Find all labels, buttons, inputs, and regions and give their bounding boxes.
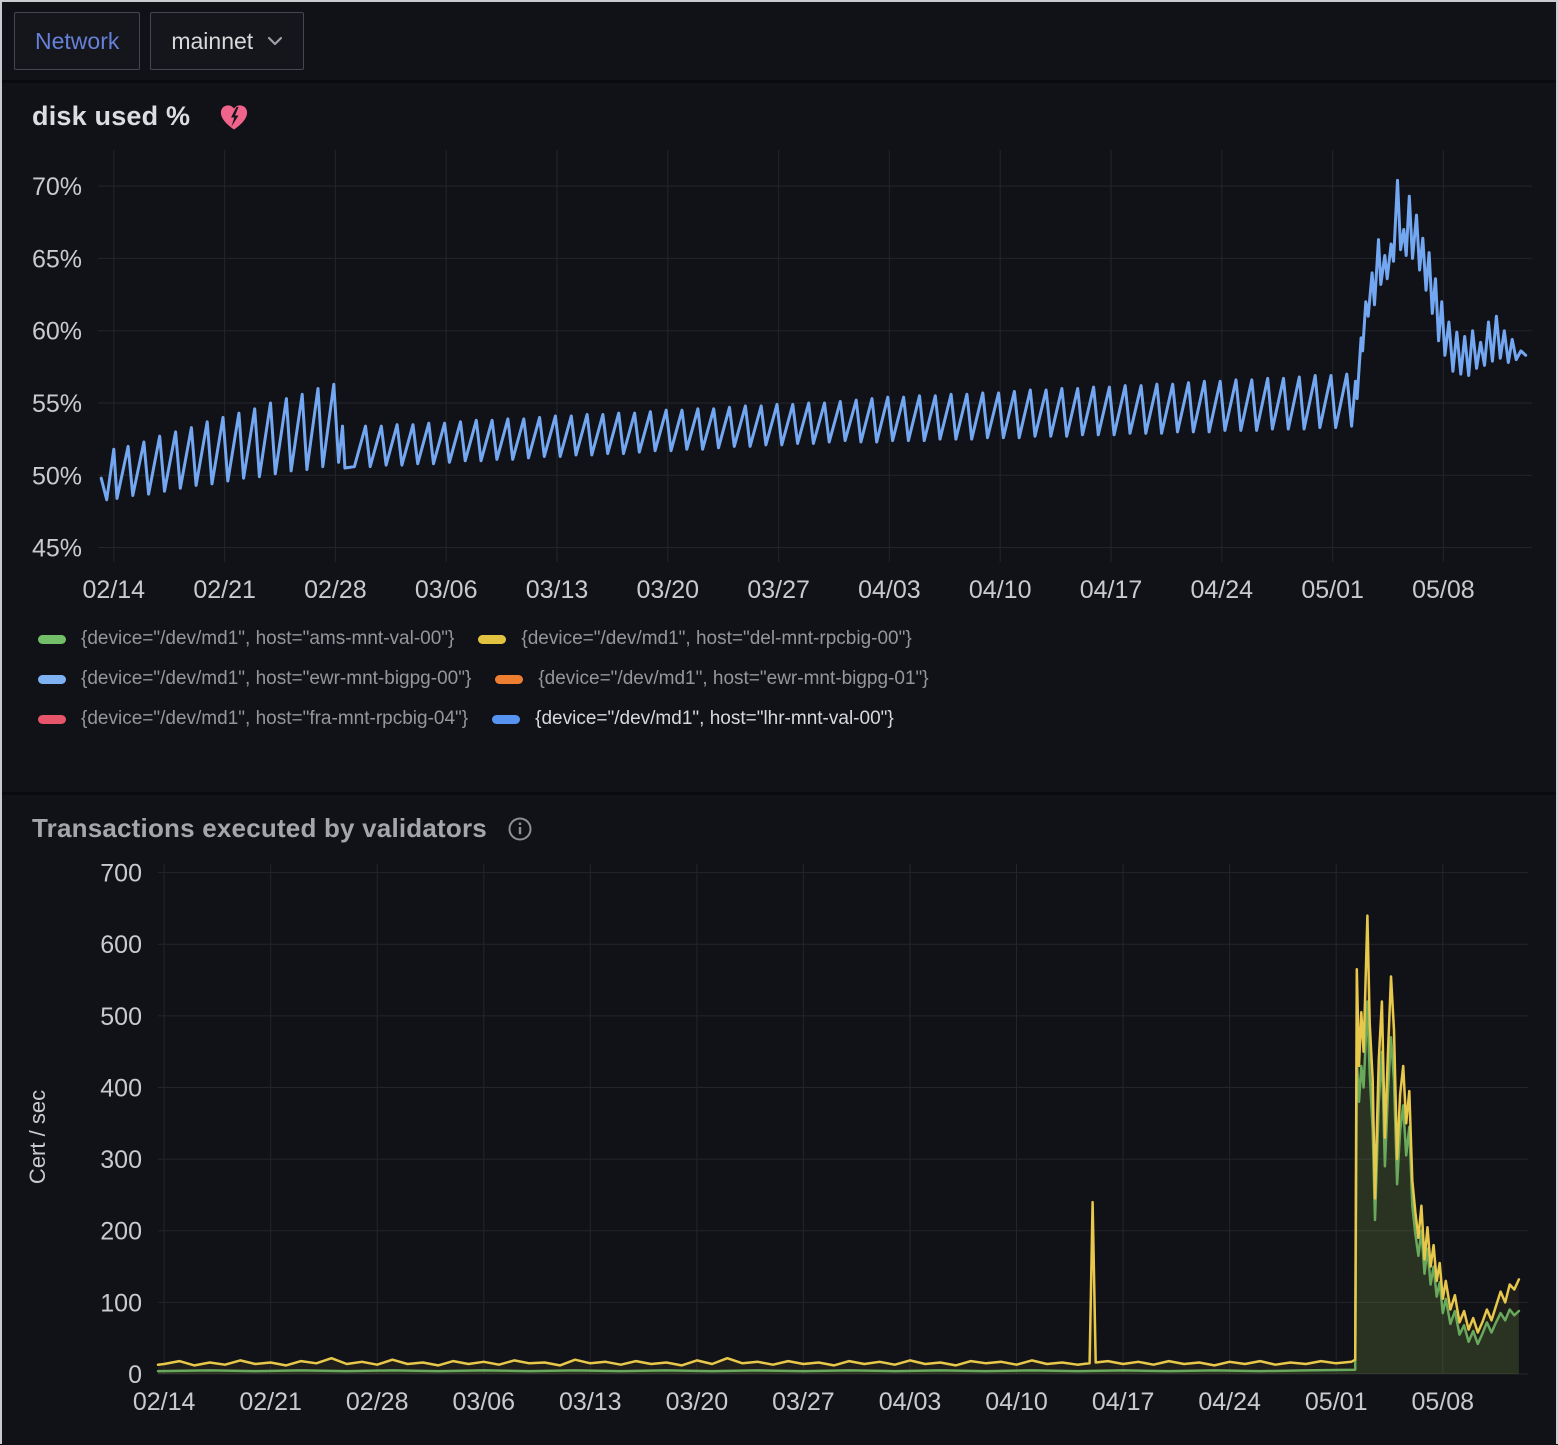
disk-chart-legend: {device="/dev/md1", host="ams-mnt-val-00… [2,618,1556,730]
legend-item[interactable]: {device="/dev/md1", host="ewr-mnt-bigpg-… [495,668,928,690]
series-color-swatch [492,715,520,724]
svg-text:500: 500 [100,1003,142,1031]
tx-panel-title[interactable]: Transactions executed by validators [32,813,487,844]
series-color-swatch [478,635,506,644]
svg-text:600: 600 [100,931,142,959]
disk-used-panel: disk used % 45% 50% 55% 60% 65% 70% 02/14 02/21… [2,83,1556,792]
legend-item[interactable]: {device="/dev/md1", host="del-mnt-rpcbig… [478,628,911,650]
transactions-panel: Transactions executed by validators Cert… [2,795,1556,1445]
svg-text:04/17: 04/17 [1080,576,1143,604]
legend-item[interactable]: {device="/dev/md1", host="lhr-mnt-val-00… [492,708,894,730]
series-color-swatch [38,715,66,724]
disk-panel-header: disk used % [2,83,1556,136]
svg-text:03/13: 03/13 [526,576,589,604]
svg-text:400: 400 [100,1075,142,1103]
svg-text:03/27: 03/27 [772,1388,835,1416]
svg-text:03/13: 03/13 [559,1388,622,1416]
legend-label: {device="/dev/md1", host="ams-mnt-val-00… [81,628,454,650]
svg-text:0: 0 [128,1361,142,1389]
tx-panel-header: Transactions executed by validators [2,795,1556,848]
svg-text:02/14: 02/14 [83,576,146,604]
svg-text:03/06: 03/06 [415,576,478,604]
legend-label: {device="/dev/md1", host="ewr-mnt-bigpg-… [81,668,471,690]
svg-text:45%: 45% [32,535,82,563]
svg-text:04/10: 04/10 [985,1388,1048,1416]
svg-text:200: 200 [100,1218,142,1246]
dashboard-topbar: Network mainnet [2,2,1556,80]
svg-text:02/28: 02/28 [346,1388,409,1416]
tx-y-axis-label: Cert / sec [25,1090,51,1184]
legend-label: {device="/dev/md1", host="del-mnt-rpcbig… [521,628,911,650]
svg-text:02/21: 02/21 [193,576,256,604]
svg-text:70%: 70% [32,173,82,201]
svg-text:02/21: 02/21 [239,1388,302,1416]
series-color-swatch [38,635,66,644]
svg-text:04/03: 04/03 [858,576,921,604]
svg-text:55%: 55% [32,390,82,418]
network-variable-label: Network [35,28,119,55]
legend-item[interactable]: {device="/dev/md1", host="ewr-mnt-bigpg-… [38,668,471,690]
legend-item[interactable]: {device="/dev/md1", host="fra-mnt-rpcbig… [38,708,468,730]
svg-text:02/28: 02/28 [304,576,367,604]
svg-text:05/08: 05/08 [1412,576,1475,604]
transactions-chart[interactable]: 0 100 200 300 400 500 600 700 02/14 02/21 02/28 03/… [10,848,1552,1428]
svg-text:60%: 60% [32,318,82,346]
legend-label: {device="/dev/md1", host="lhr-mnt-val-00… [535,708,894,730]
svg-text:02/14: 02/14 [133,1388,196,1416]
svg-text:03/20: 03/20 [637,576,700,604]
legend-label: {device="/dev/md1", host="ewr-mnt-bigpg-… [538,668,928,690]
legend-item[interactable]: {device="/dev/md1", host="ams-mnt-val-00… [38,628,454,650]
svg-text:03/06: 03/06 [453,1388,516,1416]
svg-text:04/10: 04/10 [969,576,1032,604]
svg-text:05/08: 05/08 [1412,1388,1475,1416]
disk-used-chart[interactable]: 45% 50% 55% 60% 65% 70% 02/14 02/21 02/28 03/06 03… [10,136,1552,618]
svg-text:100: 100 [100,1289,142,1317]
svg-text:05/01: 05/01 [1305,1388,1368,1416]
svg-text:03/20: 03/20 [666,1388,729,1416]
svg-text:700: 700 [100,860,142,888]
svg-text:04/03: 04/03 [879,1388,942,1416]
svg-text:65%: 65% [32,245,82,273]
svg-text:04/24: 04/24 [1198,1388,1261,1416]
network-variable-value[interactable]: mainnet [171,28,253,55]
svg-text:05/01: 05/01 [1301,576,1364,604]
network-variable-dropdown[interactable]: mainnet [150,12,304,70]
svg-text:04/24: 04/24 [1191,576,1254,604]
series-color-swatch [38,675,66,684]
svg-text:04/17: 04/17 [1092,1388,1155,1416]
legend-label: {device="/dev/md1", host="fra-mnt-rpcbig… [81,708,468,730]
network-variable-label-box: Network [14,12,140,70]
svg-text:300: 300 [100,1146,142,1174]
series-color-swatch [495,675,523,684]
broken-heart-icon [218,102,250,132]
chevron-down-icon [267,36,283,46]
disk-panel-title[interactable]: disk used % [32,101,190,132]
info-icon[interactable] [507,816,533,842]
svg-text:50%: 50% [32,462,82,490]
grafana-dashboard: { "topbar": { "variable_label": "Network… [0,0,1558,1444]
svg-text:03/27: 03/27 [747,576,810,604]
